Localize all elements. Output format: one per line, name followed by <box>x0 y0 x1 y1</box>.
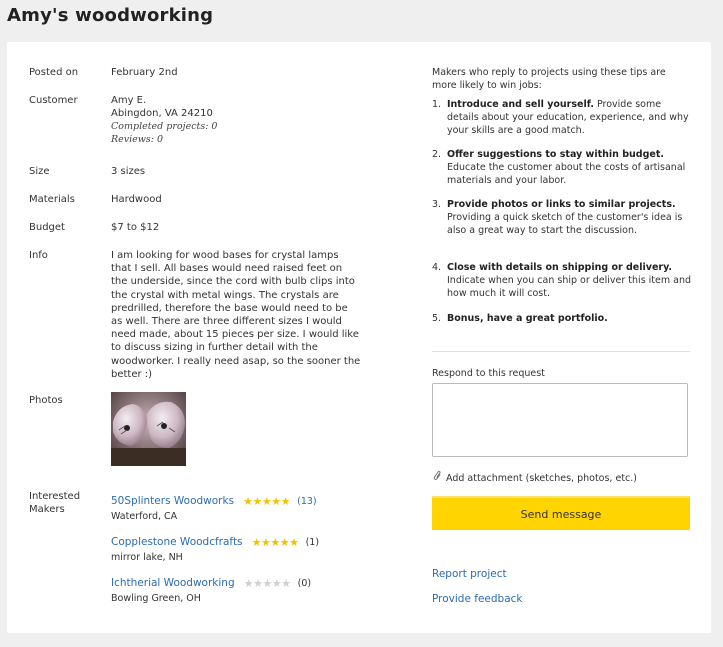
crystal-photo-image <box>111 392 186 466</box>
star-filled-icon: ★ <box>252 495 263 508</box>
size-label: Size <box>29 166 50 177</box>
response-panel: Makers who reply to projects using these… <box>432 42 692 633</box>
review-count: (0) <box>297 578 312 589</box>
add-attachment-label: Add attachment (sketches, photos, etc.) <box>446 473 637 484</box>
star-filled-icon: ★ <box>280 495 291 508</box>
maker-location: mirror lake, NH <box>111 552 183 563</box>
maker-location: Waterford, CA <box>111 511 178 522</box>
maker-location: Bowling Green, OH <box>111 593 201 604</box>
star-rating: ★★★★★ <box>244 577 291 590</box>
tip-text: Educate the customer about the costs of … <box>447 162 686 186</box>
star-filled-icon: ★ <box>251 536 262 549</box>
maker-name-link[interactable]: Copplestone Woodcfrafts <box>111 536 243 548</box>
respond-label: Respond to this request <box>432 368 545 379</box>
customer-info: Amy E. Abingdon, VA 24210 Completed proj… <box>111 94 217 146</box>
info-label: Info <box>29 250 48 261</box>
customer-completed-projects: Completed projects: 0 <box>111 121 218 132</box>
maker-item: Ichtherial Woodworking ★★★★★ (0) Bowling… <box>111 571 311 604</box>
size-value: 3 sizes <box>111 166 146 177</box>
star-filled-icon: ★ <box>243 495 253 508</box>
customer-reviews: Reviews: 0 <box>111 134 164 145</box>
tip-title: Introduce and sell yourself. <box>447 99 594 110</box>
budget-label: Budget <box>29 222 65 233</box>
photos-label: Photos <box>29 395 63 406</box>
interested-makers-label: Interested Makers <box>29 491 81 515</box>
tip-text: Providing a quick sketch of the customer… <box>447 212 683 236</box>
customer-label: Customer <box>29 95 78 106</box>
message-textarea[interactable] <box>432 383 688 457</box>
maker-name-link[interactable]: Ichtherial Woodworking <box>111 577 235 589</box>
star-empty-icon: ★ <box>281 577 291 590</box>
star-filled-icon: ★ <box>261 495 272 508</box>
star-rating: ★★★★★ <box>243 495 290 508</box>
tip-number: 3. <box>432 199 442 210</box>
star-filled-icon: ★ <box>271 495 281 508</box>
project-card: Posted on February 2nd Customer Amy E. A… <box>7 42 711 633</box>
divider <box>432 351 690 352</box>
review-count: (1) <box>305 537 320 548</box>
page-title: Amy's woodworking <box>7 5 214 26</box>
star-empty-icon: ★ <box>271 577 282 590</box>
posted-on-value: February 2nd <box>111 67 178 78</box>
review-count-link[interactable]: (13) <box>297 496 317 507</box>
star-filled-icon: ★ <box>279 536 290 549</box>
info-text: I am looking for wood bases for crystal … <box>111 250 361 380</box>
tip-title: Offer suggestions to stay within budget. <box>447 149 664 160</box>
star-empty-icon: ★ <box>243 577 254 590</box>
materials-value: Hardwood <box>111 194 162 205</box>
tip-text: Indicate when you can ship or deliver th… <box>447 275 692 299</box>
maker-item: Copplestone Woodcfrafts ★★★★★ (1) mirror… <box>111 530 319 563</box>
provide-feedback-link[interactable]: Provide feedback <box>432 593 523 605</box>
customer-name: Amy E. <box>111 95 147 106</box>
tip-title: Close with details on shipping or delive… <box>447 262 672 273</box>
maker-item: 50Splinters Woodworks ★★★★★ (13) Waterfo… <box>111 489 317 522</box>
tips-heading: Makers who reply to projects using these… <box>432 67 666 91</box>
project-photo[interactable] <box>111 392 186 466</box>
star-empty-icon: ★ <box>262 577 272 590</box>
star-filled-icon: ★ <box>270 536 280 549</box>
tip-number: 2. <box>432 149 442 160</box>
tip-number: 1. <box>432 99 442 110</box>
send-message-button[interactable]: Send message <box>432 496 690 530</box>
customer-location: Abingdon, VA 24210 <box>111 108 213 119</box>
tip-title: Provide photos or links to similar proje… <box>447 199 676 210</box>
star-rating: ★★★★★ <box>252 536 299 549</box>
posted-on-label: Posted on <box>29 67 79 78</box>
tip-number: 5. <box>432 313 442 324</box>
materials-label: Materials <box>29 194 75 205</box>
tip-title: Bonus, have a great portfolio. <box>447 313 608 324</box>
budget-value: $7 to $12 <box>111 222 160 233</box>
add-attachment-link[interactable]: Add attachment (sketches, photos, etc.) <box>432 470 637 484</box>
tip-number: 4. <box>432 262 442 273</box>
star-filled-icon: ★ <box>289 536 299 549</box>
star-filled-icon: ★ <box>261 536 271 549</box>
paperclip-icon <box>429 468 445 485</box>
maker-name-link[interactable]: 50Splinters Woodworks <box>111 495 234 507</box>
project-details: Posted on February 2nd Customer Amy E. A… <box>7 42 407 633</box>
report-project-link[interactable]: Report project <box>432 568 507 580</box>
